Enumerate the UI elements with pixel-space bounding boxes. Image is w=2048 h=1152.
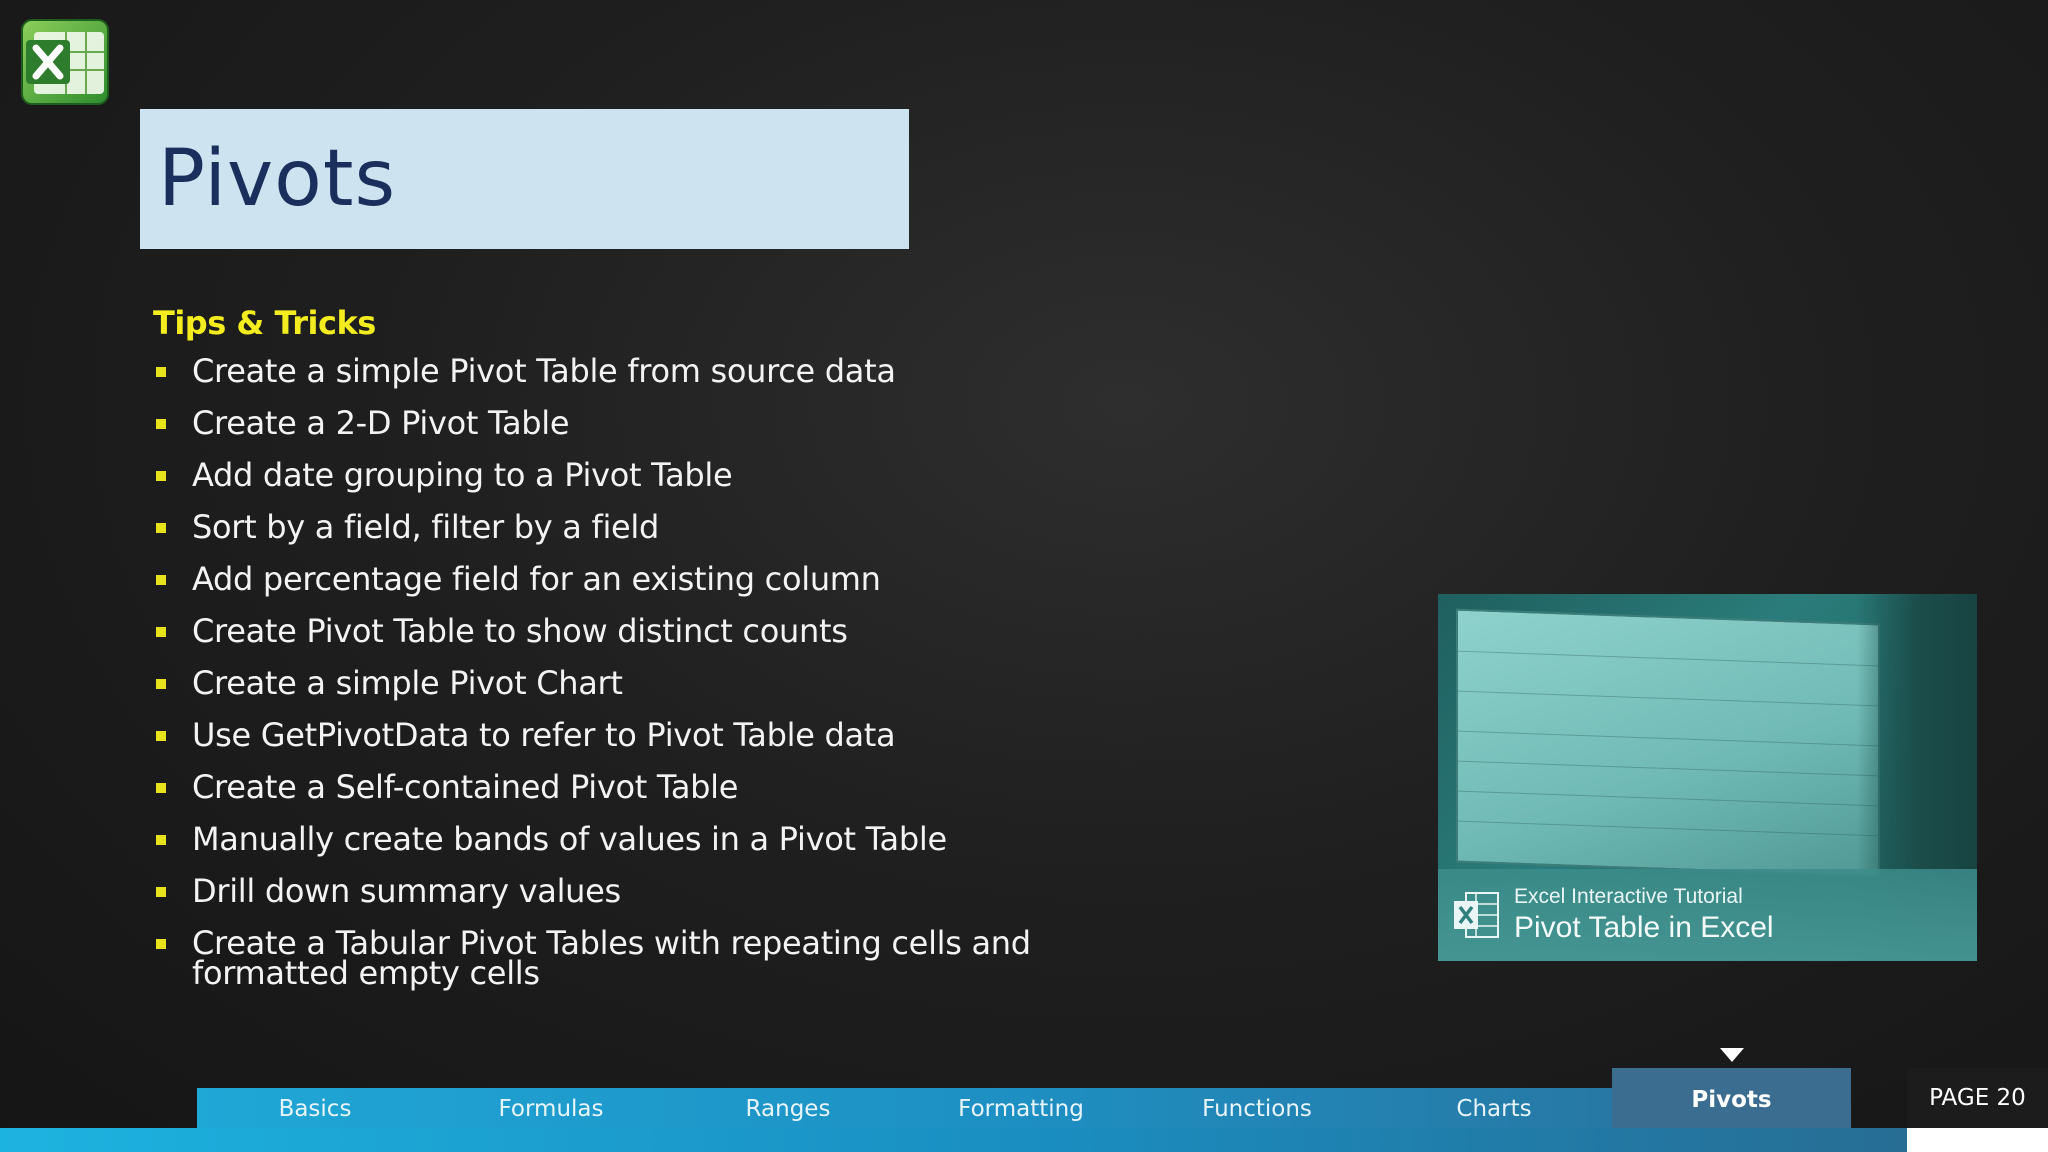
list-item: Use GetPivotData to refer to Pivot Table… [153,719,1153,751]
tab-formulas[interactable]: Formulas [433,1088,669,1128]
page-box-footer [1907,1128,2048,1152]
nav-bottom-bar [0,1128,1907,1152]
title-banner: Pivots [140,109,909,249]
list-item: Add date grouping to a Pivot Table [153,459,1153,491]
bullet-icon [156,835,166,845]
list-item: Create a simple Pivot Table from source … [153,355,1153,387]
active-tab-marker-icon [1720,1048,1744,1062]
section-heading: Tips & Tricks [153,304,376,342]
video-caption-small: Excel Interactive Tutorial [1514,885,1743,908]
excel-logo-icon [20,14,112,108]
tab-pivots[interactable]: Pivots [1612,1068,1851,1128]
bullet-icon [156,419,166,429]
tab-functions[interactable]: Functions [1139,1088,1375,1128]
list-item: Drill down summary values [153,875,1153,907]
list-item: Sort by a field, filter by a field [153,511,1153,543]
bullet-icon [156,783,166,793]
tab-charts[interactable]: Charts [1376,1088,1612,1128]
tips-list: Create a simple Pivot Table from source … [153,355,1153,1010]
bullet-icon [156,575,166,585]
tab-formatting[interactable]: Formatting [903,1088,1139,1128]
page-number: PAGE 20 [1907,1068,2048,1128]
list-item: Add percentage field for an existing col… [153,563,1153,595]
video-caption-large: Pivot Table in Excel [1514,911,1774,944]
list-item: Create a Self-contained Pivot Table [153,771,1153,803]
video-screen-image [1456,608,1880,878]
bullet-icon [156,367,166,377]
video-thumbnail[interactable]: Excel Interactive Tutorial Pivot Table i… [1438,594,1977,961]
list-item: Create a 2-D Pivot Table [153,407,1153,439]
list-item: Create a simple Pivot Chart [153,667,1153,699]
tab-basics[interactable]: Basics [197,1088,433,1128]
section-nav: Basics Formulas Ranges Formatting Functi… [197,1088,1851,1128]
bullet-icon [156,627,166,637]
list-item: Create Pivot Table to show distinct coun… [153,615,1153,647]
tab-ranges[interactable]: Ranges [670,1088,906,1128]
bullet-icon [156,471,166,481]
bullet-icon [156,887,166,897]
bullet-icon [156,939,166,949]
list-item: Create a Tabular Pivot Tables with repea… [153,927,1153,989]
page-title: Pivots [158,134,397,224]
bullet-icon [156,523,166,533]
list-item: Manually create bands of values in a Piv… [153,823,1153,855]
bullet-icon [156,679,166,689]
bullet-icon [156,731,166,741]
excel-logo-icon [1452,889,1500,941]
